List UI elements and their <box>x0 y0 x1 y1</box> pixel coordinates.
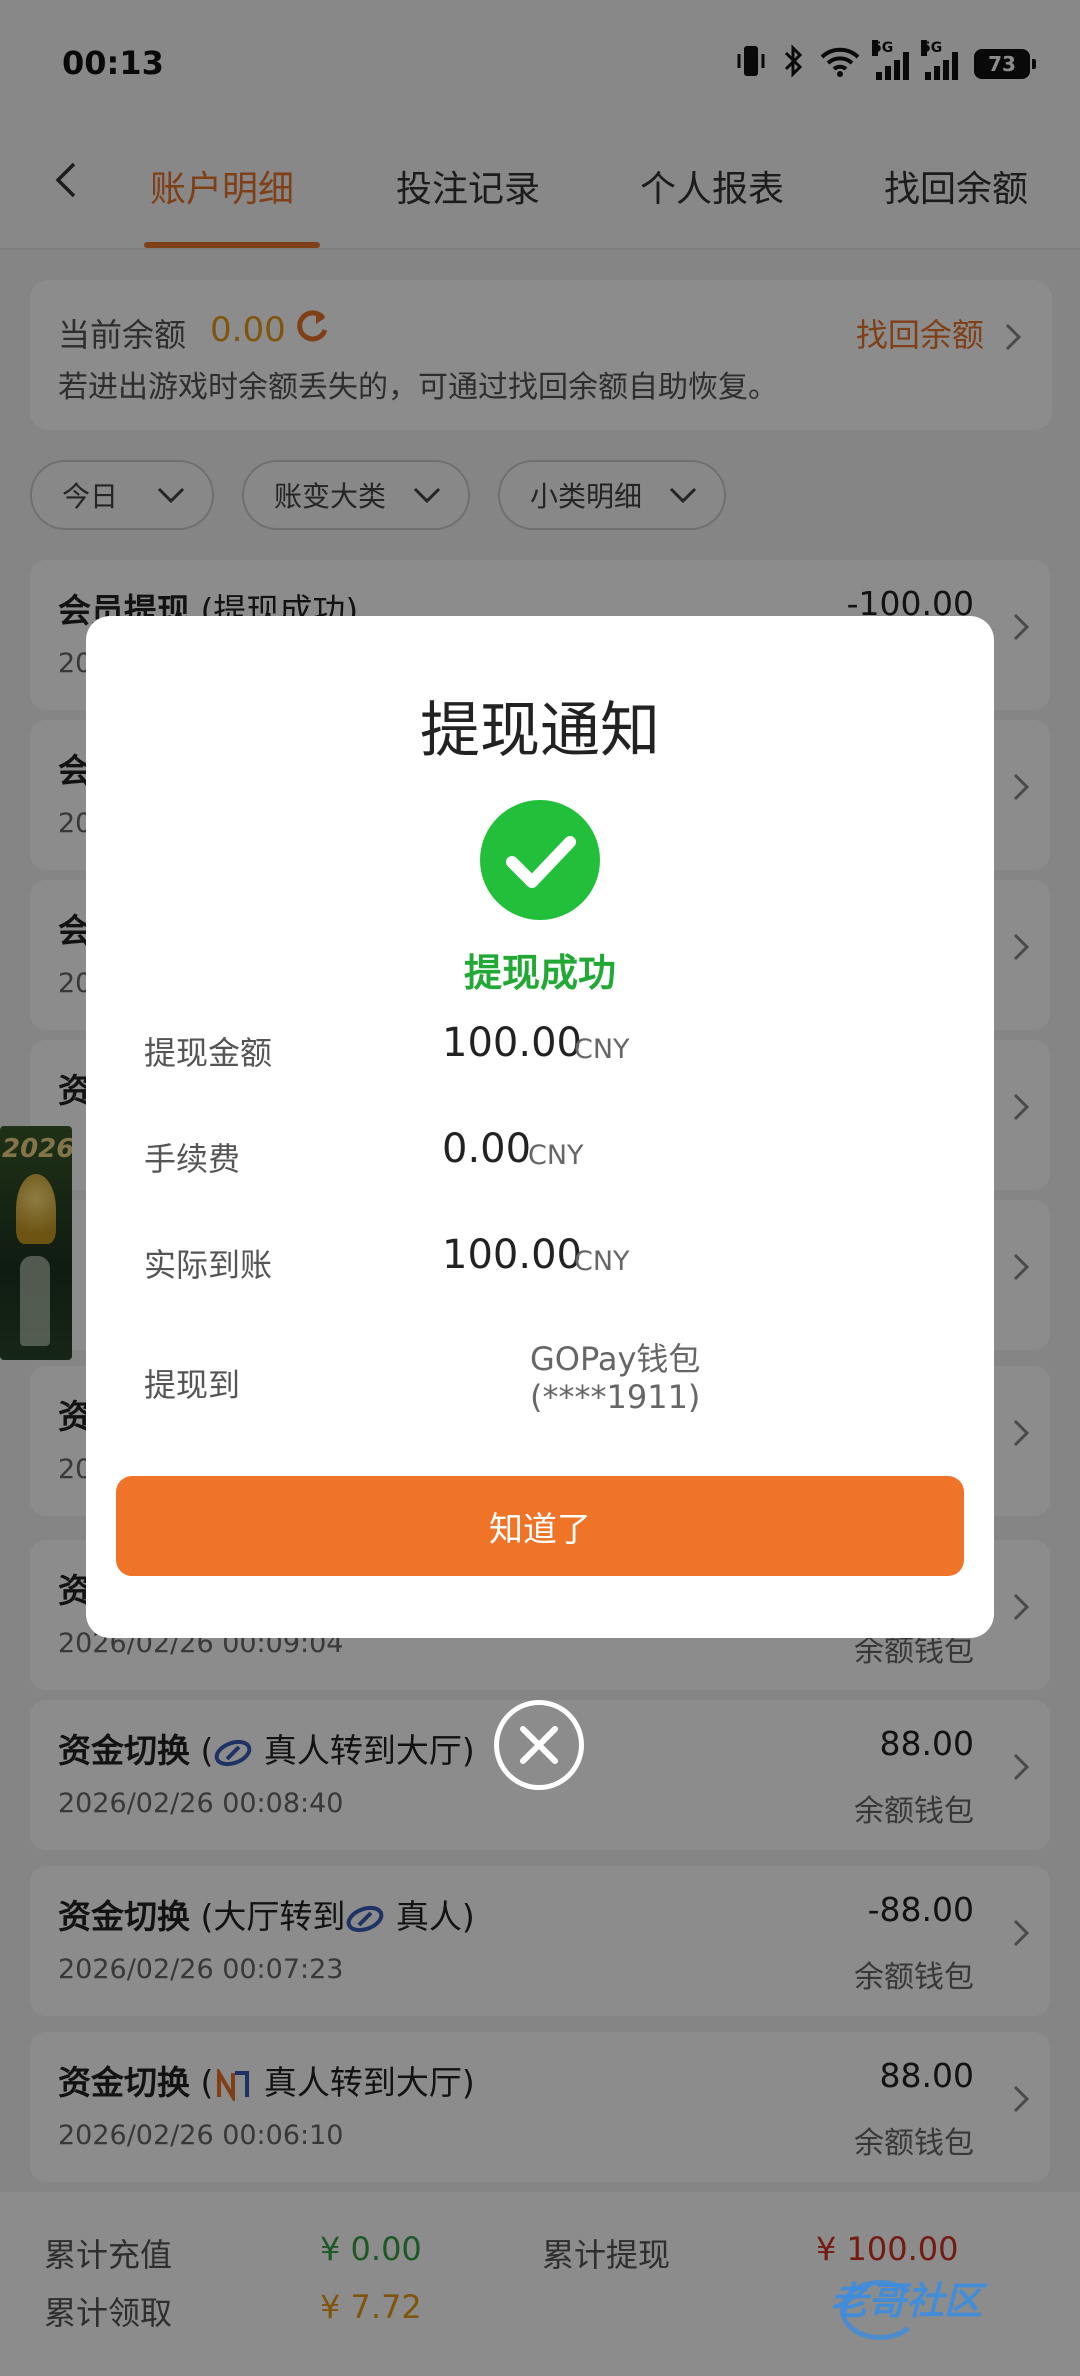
destination-wallet-account: (****1911) <box>530 1378 701 1416</box>
withdraw-notice-dialog: 提现通知 提现成功 提现金额 100.00 CNY 手续费 0.00 CNY 实… <box>86 616 994 1638</box>
watermark-text: 老哥社区 <box>830 2279 983 2323</box>
dialog-title: 提现通知 <box>420 696 660 766</box>
status-text: 提现成功 <box>463 951 616 995</box>
destination-wallet-name: GOPay钱包 <box>530 1340 701 1378</box>
success-check-icon <box>480 800 600 920</box>
acknowledge-button[interactable]: 知道了 <box>116 1476 964 1576</box>
amount-currency: CNY <box>574 1034 630 1065</box>
fee-label: 手续费 <box>144 1140 241 1178</box>
amount-value: 100.00 <box>442 1020 582 1066</box>
received-currency: CNY <box>574 1246 630 1277</box>
received-value: 100.00 <box>442 1232 582 1278</box>
fee-currency: CNY <box>528 1140 584 1171</box>
close-icon[interactable] <box>494 1700 584 1790</box>
amount-label: 提现金额 <box>144 1034 273 1072</box>
destination-wallet: GOPay钱包 (****1911) <box>530 1340 700 1416</box>
destination-label: 提现到 <box>144 1366 241 1404</box>
fee-value: 0.00 <box>442 1126 532 1172</box>
received-label: 实际到账 <box>144 1246 273 1284</box>
